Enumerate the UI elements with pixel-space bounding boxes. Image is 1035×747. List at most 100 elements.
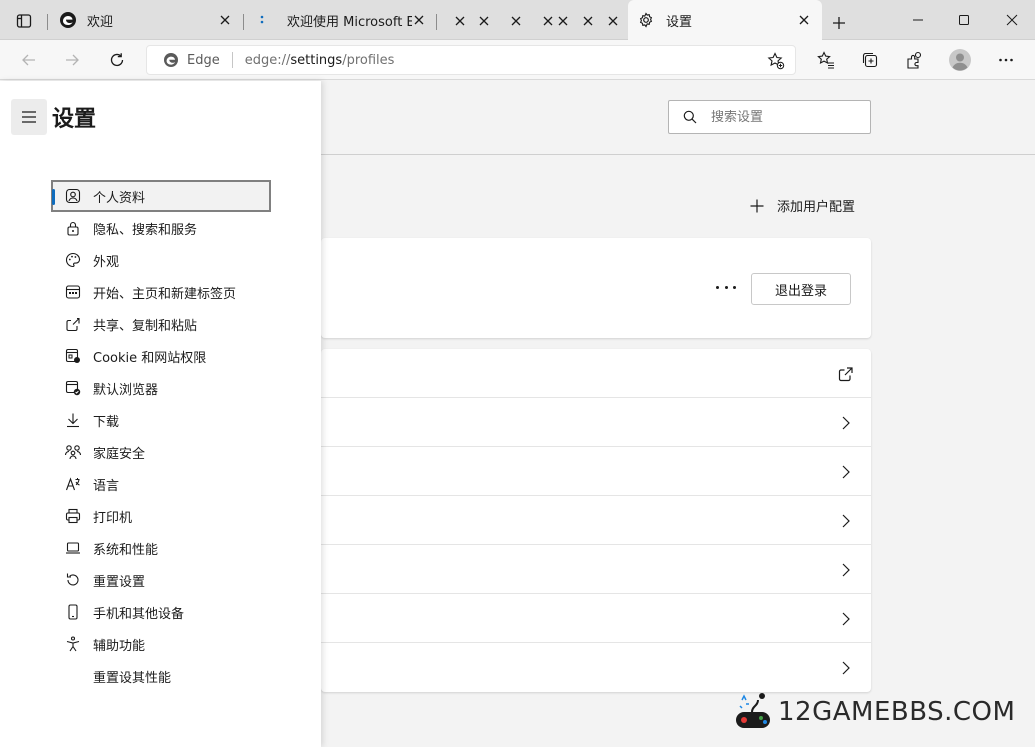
maximize-button[interactable] bbox=[941, 0, 987, 40]
favorites-button[interactable] bbox=[811, 45, 841, 75]
profile-settings-list bbox=[321, 349, 871, 692]
minimize-icon bbox=[913, 19, 923, 21]
nav-label: 外观 bbox=[93, 254, 120, 270]
tab-welcome-edge[interactable]: 欢迎使用 Microsoft Edge bbox=[245, 0, 435, 40]
watermark-text: 12GAMEBBS.COM bbox=[778, 697, 1016, 727]
tab-separator bbox=[47, 14, 48, 30]
list-item[interactable] bbox=[321, 349, 871, 398]
list-item[interactable] bbox=[321, 447, 871, 496]
nav-item-default-browser[interactable]: 默认浏览器 bbox=[51, 372, 271, 404]
nav-item-cookies[interactable]: Cookie 和网站权限 bbox=[51, 340, 271, 372]
phone-icon bbox=[63, 602, 83, 622]
puzzle-icon bbox=[907, 51, 922, 69]
nav-item-languages[interactable]: 语言 bbox=[51, 468, 271, 500]
nav-label: 共享、复制和粘贴 bbox=[93, 318, 198, 334]
back-button[interactable] bbox=[14, 45, 44, 75]
window-close-button[interactable] bbox=[989, 0, 1035, 40]
more-menu-button[interactable] bbox=[991, 45, 1021, 75]
nav-item-profiles[interactable]: 个人资料 bbox=[51, 180, 271, 212]
chevron-right-icon bbox=[837, 659, 855, 677]
list-item[interactable] bbox=[321, 398, 871, 447]
tab-settings[interactable]: 设置 bbox=[628, 0, 822, 40]
watermark: 12GAMEBBS.COM bbox=[732, 690, 1015, 734]
search-input[interactable] bbox=[711, 109, 861, 125]
reset-icon bbox=[63, 570, 83, 590]
close-icon[interactable] bbox=[509, 14, 523, 28]
menu-toggle-button[interactable] bbox=[11, 99, 47, 135]
share-icon bbox=[63, 314, 83, 334]
close-icon[interactable] bbox=[541, 14, 555, 28]
address-bar[interactable]: Edge edge://settings/profiles bbox=[146, 45, 796, 75]
nav-item-accessibility[interactable]: 辅助功能 bbox=[51, 628, 271, 660]
nav-item-reset-performance[interactable]: 重置设其性能 bbox=[51, 660, 271, 692]
chevron-right-icon bbox=[837, 414, 855, 432]
nav-item-printers[interactable]: 打印机 bbox=[51, 500, 271, 532]
nav-item-downloads[interactable]: 下载 bbox=[51, 404, 271, 436]
forward-button[interactable] bbox=[57, 45, 87, 75]
profile-avatar-button[interactable] bbox=[945, 45, 975, 75]
avatar-icon bbox=[949, 49, 971, 71]
printer-icon bbox=[63, 506, 83, 526]
close-icon[interactable] bbox=[796, 12, 812, 28]
site-info-badge[interactable]: Edge bbox=[163, 52, 220, 68]
sign-out-button[interactable]: 退出登录 bbox=[751, 273, 851, 305]
add-profile-label: 添加用户配置 bbox=[777, 200, 856, 215]
url-host: settings bbox=[290, 52, 343, 68]
close-icon[interactable] bbox=[606, 14, 620, 28]
list-item[interactable] bbox=[321, 545, 871, 594]
forward-arrow-icon bbox=[66, 54, 79, 66]
edge-logo-icon bbox=[60, 12, 76, 28]
collections-button[interactable] bbox=[855, 45, 885, 75]
nav-item-appearance[interactable]: 外观 bbox=[51, 244, 271, 276]
nav-item-reset[interactable]: 重置设置 bbox=[51, 564, 271, 596]
close-icon[interactable] bbox=[556, 14, 570, 28]
list-item[interactable] bbox=[321, 594, 871, 643]
hamburger-icon bbox=[22, 111, 36, 123]
profile-more-button[interactable] bbox=[716, 281, 736, 293]
nav-label: 家庭安全 bbox=[93, 446, 146, 462]
chevron-right-icon bbox=[837, 512, 855, 530]
new-tab-button[interactable] bbox=[826, 10, 852, 36]
list-item[interactable] bbox=[321, 496, 871, 545]
tab-title: 设置 bbox=[666, 14, 693, 30]
close-icon[interactable] bbox=[411, 12, 427, 28]
download-icon bbox=[63, 410, 83, 430]
tab-welcome[interactable]: 欢迎 bbox=[49, 0, 241, 40]
chevron-right-icon bbox=[837, 610, 855, 628]
palette-icon bbox=[63, 250, 83, 270]
search-box[interactable] bbox=[668, 100, 871, 134]
nav-item-family[interactable]: 家庭安全 bbox=[51, 436, 271, 468]
list-item[interactable] bbox=[321, 643, 871, 692]
close-icon[interactable] bbox=[477, 14, 491, 28]
nav-item-system[interactable]: 系统和性能 bbox=[51, 532, 271, 564]
close-icon[interactable] bbox=[453, 14, 467, 28]
plus-icon bbox=[833, 17, 845, 29]
refresh-button[interactable] bbox=[102, 45, 132, 75]
url-path: /profiles bbox=[342, 52, 395, 68]
external-link-icon bbox=[837, 365, 855, 383]
tab-separator bbox=[436, 14, 437, 30]
nav-item-share-copy[interactable]: 共享、复制和粘贴 bbox=[51, 308, 271, 340]
language-icon bbox=[63, 474, 83, 494]
back-arrow-icon bbox=[22, 54, 35, 66]
close-icon[interactable] bbox=[581, 14, 595, 28]
settings-drawer: 设置 个人资料 隐私、搜索和服务 外观 开始、主页和新建标签页 共享、复制和粘贴… bbox=[0, 81, 321, 747]
loading-dots-icon bbox=[260, 15, 264, 24]
family-icon bbox=[63, 442, 83, 462]
collections-icon bbox=[862, 52, 878, 68]
accessibility-icon bbox=[63, 634, 83, 654]
nav-label: 语言 bbox=[93, 478, 120, 494]
plus-icon bbox=[749, 198, 765, 214]
add-profile-button[interactable]: 添加用户配置 bbox=[749, 196, 855, 215]
tab-actions-button[interactable] bbox=[6, 6, 42, 36]
chevron-right-icon bbox=[837, 463, 855, 481]
nav-item-privacy[interactable]: 隐私、搜索和服务 bbox=[51, 212, 271, 244]
nav-label: 开始、主页和新建标签页 bbox=[93, 286, 237, 302]
close-icon[interactable] bbox=[217, 12, 233, 28]
minimize-button[interactable] bbox=[895, 0, 941, 40]
nav-label: 默认浏览器 bbox=[93, 382, 159, 398]
nav-item-start-home[interactable]: 开始、主页和新建标签页 bbox=[51, 276, 271, 308]
extensions-button[interactable] bbox=[899, 45, 929, 75]
nav-item-phone[interactable]: 手机和其他设备 bbox=[51, 596, 271, 628]
add-favorite-button[interactable] bbox=[765, 50, 787, 72]
